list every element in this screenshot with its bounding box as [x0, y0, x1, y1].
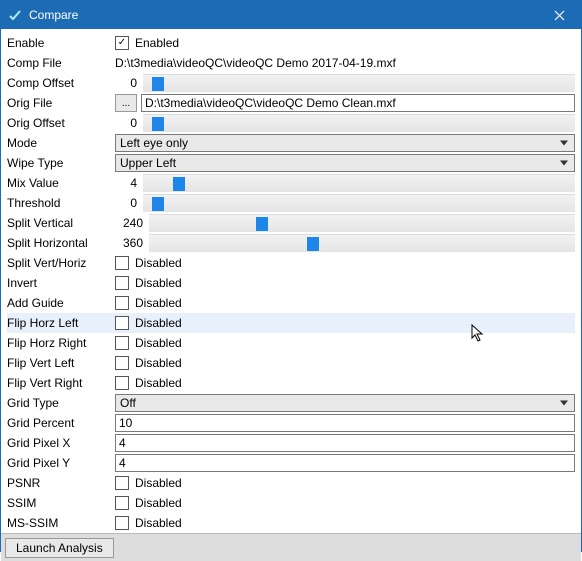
threshold-value: 0: [115, 196, 143, 210]
split-vh-checkbox[interactable]: [115, 256, 129, 270]
ms-ssim-text: Disabled: [135, 516, 182, 530]
app-icon: [7, 7, 23, 23]
enable-checkbox[interactable]: [115, 36, 129, 50]
close-button[interactable]: [537, 1, 581, 29]
flip-horz-left-text: Disabled: [135, 316, 182, 330]
footer: Launch Analysis: [1, 533, 581, 561]
orig-offset-slider[interactable]: [143, 114, 575, 132]
split-vertical-slider[interactable]: [149, 214, 575, 232]
ssim-text: Disabled: [135, 496, 182, 510]
titlebar: Compare: [1, 1, 581, 29]
flip-horz-right-text: Disabled: [135, 336, 182, 350]
wipe-type-label: Wipe Type: [7, 156, 115, 170]
add-guide-checkbox[interactable]: [115, 296, 129, 310]
split-horizontal-slider[interactable]: [149, 234, 575, 252]
split-horizontal-label: Split Horizontal: [7, 236, 115, 250]
mode-select-value: Left eye only: [120, 136, 188, 150]
invert-label: Invert: [7, 276, 115, 290]
comp-offset-label: Comp Offset: [7, 76, 115, 90]
ssim-label: SSIM: [7, 496, 115, 510]
psnr-text: Disabled: [135, 476, 182, 490]
ssim-checkbox[interactable]: [115, 496, 129, 510]
enable-text: Enabled: [135, 36, 179, 50]
enable-label: Enable: [7, 36, 115, 50]
grid-pixel-y-input[interactable]: 4: [115, 454, 575, 472]
flip-horz-right-checkbox[interactable]: [115, 336, 129, 350]
grid-pixel-x-input[interactable]: 4: [115, 434, 575, 452]
invert-text: Disabled: [135, 276, 182, 290]
flip-vert-right-text: Disabled: [135, 376, 182, 390]
window-title: Compare: [29, 8, 537, 22]
grid-type-select-value: Off: [120, 396, 136, 410]
flip-vert-left-text: Disabled: [135, 356, 182, 370]
split-horizontal-thumb[interactable]: [307, 237, 319, 251]
mix-value-value: 4: [115, 176, 143, 190]
flip-vert-left-checkbox[interactable]: [115, 356, 129, 370]
split-vertical-value: 240: [115, 216, 149, 230]
ms-ssim-label: MS-SSIM: [7, 516, 115, 530]
split-vertical-label: Split Vertical: [7, 216, 115, 230]
comp-file-label: Comp File: [7, 56, 115, 70]
psnr-checkbox[interactable]: [115, 476, 129, 490]
comp-offset-slider[interactable]: [143, 74, 575, 92]
orig-file-label: Orig File: [7, 96, 115, 110]
grid-pixel-y-label: Grid Pixel Y: [7, 456, 115, 470]
wipe-type-select[interactable]: Upper Left: [115, 154, 575, 172]
comp-offset-value: 0: [115, 76, 143, 90]
add-guide-label: Add Guide: [7, 296, 115, 310]
flip-vert-right-label: Flip Vert Right: [7, 376, 115, 390]
split-horizontal-value: 360: [115, 236, 149, 250]
threshold-slider[interactable]: [143, 194, 575, 212]
orig-offset-label: Orig Offset: [7, 116, 115, 130]
flip-vert-right-checkbox[interactable]: [115, 376, 129, 390]
mix-value-thumb[interactable]: [173, 177, 185, 191]
mode-select[interactable]: Left eye only: [115, 134, 575, 152]
wipe-type-select-value: Upper Left: [120, 156, 176, 170]
orig-file-input[interactable]: D:\t3media\videoQC\videoQC Demo Clean.mx…: [141, 94, 575, 112]
mix-value-label: Mix Value: [7, 176, 115, 190]
threshold-label: Threshold: [7, 196, 115, 210]
split-vh-text: Disabled: [135, 256, 182, 270]
grid-percent-label: Grid Percent: [7, 416, 115, 430]
threshold-thumb[interactable]: [152, 197, 164, 211]
orig-file-browse-button[interactable]: ...: [115, 94, 137, 112]
split-vh-label: Split Vert/Horiz: [7, 256, 115, 270]
mix-value-slider[interactable]: [143, 174, 575, 192]
grid-type-select[interactable]: Off: [115, 394, 575, 412]
content-panel: Enable Enabled Comp File D:\t3media\vide…: [1, 29, 581, 533]
comp-offset-thumb[interactable]: [152, 77, 164, 91]
flip-horz-right-label: Flip Horz Right: [7, 336, 115, 350]
comp-file-value: D:\t3media\videoQC\videoQC Demo 2017-04-…: [115, 56, 396, 70]
close-icon: [554, 10, 565, 21]
add-guide-text: Disabled: [135, 296, 182, 310]
orig-offset-thumb[interactable]: [152, 117, 164, 131]
grid-percent-input[interactable]: 10: [115, 414, 575, 432]
ms-ssim-checkbox[interactable]: [115, 516, 129, 530]
invert-checkbox[interactable]: [115, 276, 129, 290]
split-vertical-thumb[interactable]: [256, 217, 268, 231]
flip-horz-left-checkbox[interactable]: [115, 316, 129, 330]
mode-label: Mode: [7, 136, 115, 150]
grid-pixel-x-label: Grid Pixel X: [7, 436, 115, 450]
grid-type-label: Grid Type: [7, 396, 115, 410]
launch-analysis-button[interactable]: Launch Analysis: [5, 538, 114, 558]
orig-offset-value: 0: [115, 116, 143, 130]
psnr-label: PSNR: [7, 476, 115, 490]
flip-horz-left-label: Flip Horz Left: [7, 316, 115, 330]
flip-vert-left-label: Flip Vert Left: [7, 356, 115, 370]
